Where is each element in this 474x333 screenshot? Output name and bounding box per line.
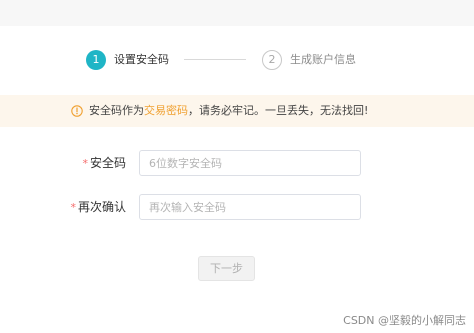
step-2-label: 生成账户信息 (290, 53, 356, 66)
required-mark: * (82, 157, 88, 170)
step-2-number: 2 (262, 50, 282, 70)
security-code-label-text: 安全码 (89, 156, 126, 170)
next-step-button[interactable]: 下一步 (198, 256, 255, 281)
confirm-code-input[interactable] (139, 194, 361, 220)
alert-text-after: ，请务必牢记。一旦丢失，无法找回! (188, 104, 369, 117)
security-code-input[interactable] (139, 150, 361, 176)
top-bar (0, 0, 474, 26)
alert-text-highlight: 交易密码 (144, 104, 188, 117)
step-1-label: 设置安全码 (114, 53, 169, 66)
warning-alert: 安全码作为交易密码，请务必牢记。一旦丢失，无法找回! (0, 95, 474, 127)
steps-indicator: 1 设置安全码 2 生成账户信息 (86, 50, 386, 70)
alert-text-before: 安全码作为 (89, 104, 144, 117)
step-1-number: 1 (86, 50, 106, 70)
confirm-code-label: * 再次确认 (70, 194, 126, 221)
step-connector (184, 59, 246, 60)
warning-circle-icon (71, 105, 83, 117)
security-code-label: * 安全码 (82, 150, 126, 177)
security-code-row: * 安全码 (0, 150, 474, 176)
required-mark: * (70, 201, 76, 214)
confirm-code-label-text: 再次确认 (77, 200, 126, 214)
alert-message: 安全码作为交易密码，请务必牢记。一旦丢失，无法找回! (89, 95, 368, 127)
confirm-code-row: * 再次确认 (0, 194, 474, 220)
watermark: CSDN @坚毅的小解同志 (343, 314, 466, 327)
